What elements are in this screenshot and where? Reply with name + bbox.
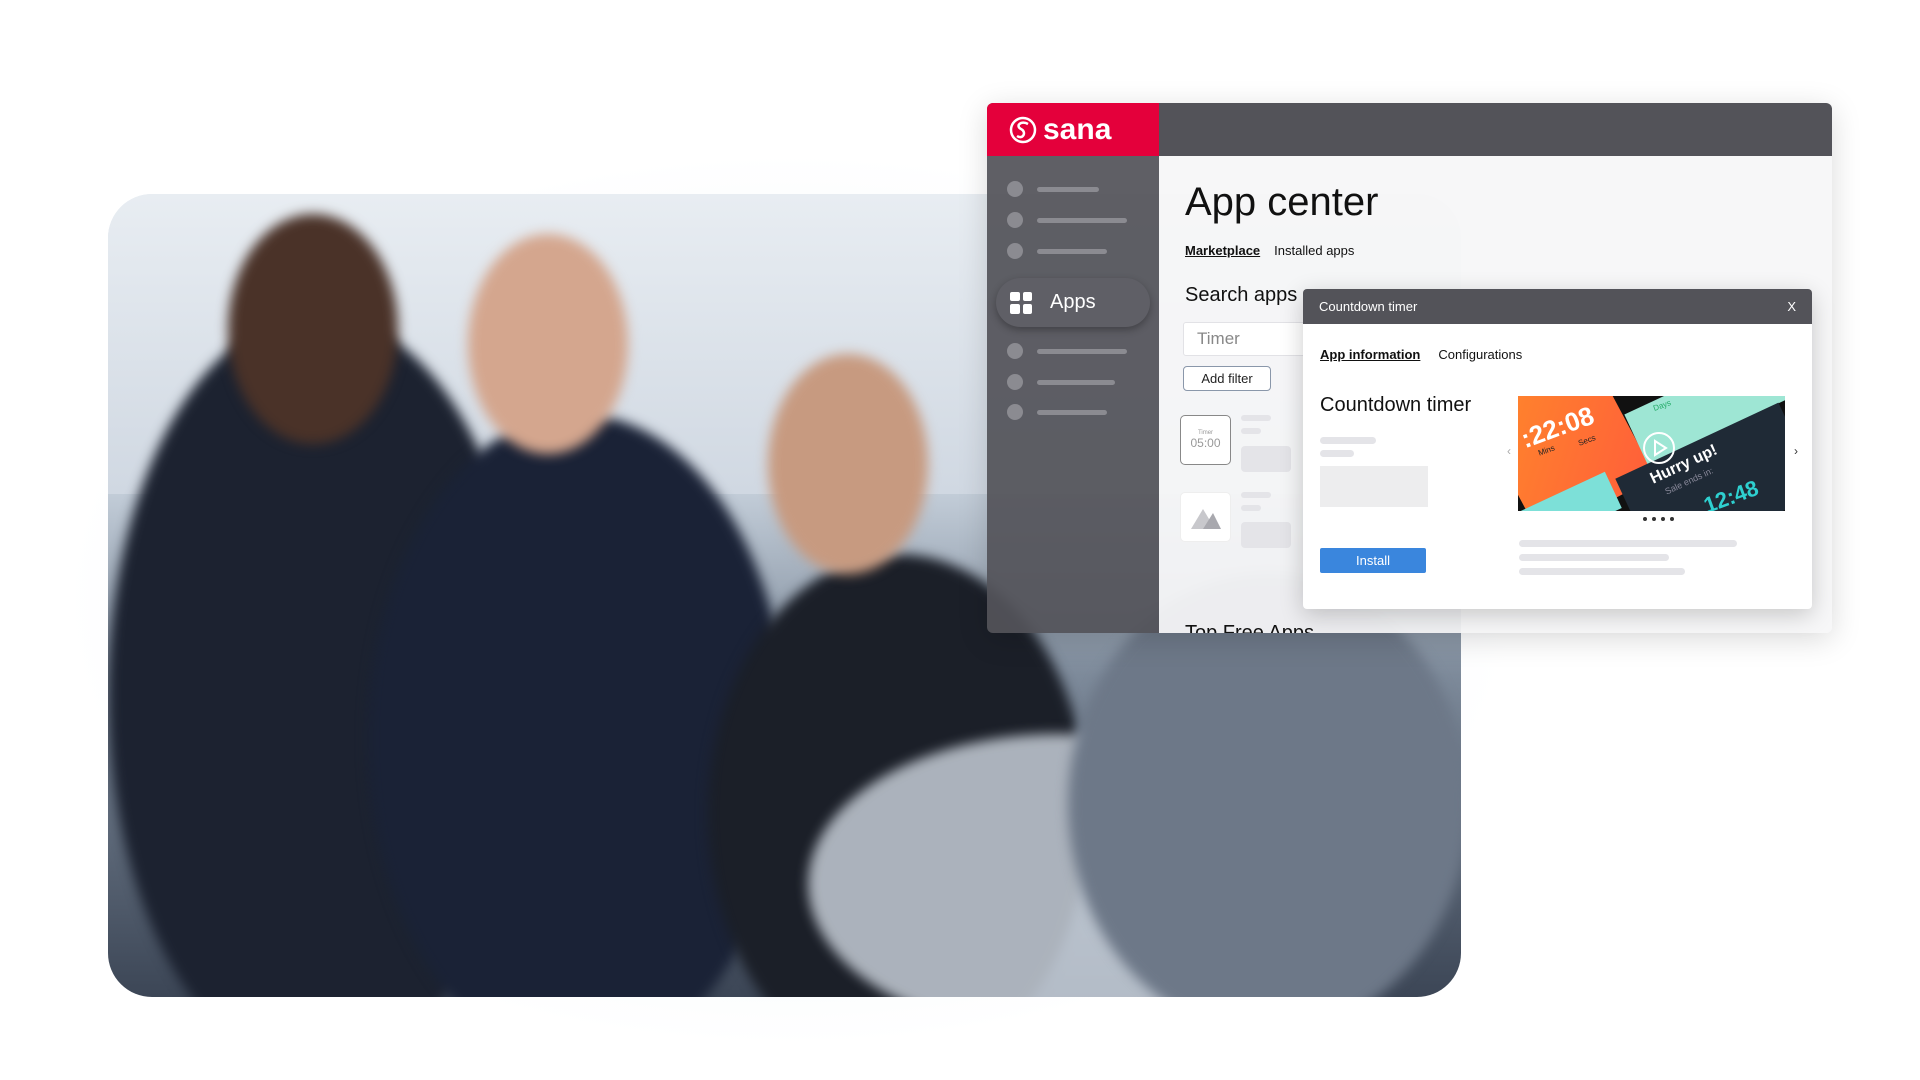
modal-title: Countdown timer xyxy=(1319,299,1418,314)
chevron-left-icon[interactable]: ‹ xyxy=(1507,444,1511,458)
page-title: App center xyxy=(1185,180,1379,224)
image-app-tile[interactable] xyxy=(1180,492,1231,542)
tab-installed-apps[interactable]: Installed apps xyxy=(1274,243,1354,258)
sidebar-item[interactable] xyxy=(1007,343,1127,359)
install-button[interactable]: Install xyxy=(1320,548,1426,573)
timer-app-tile[interactable]: Timer 05:00 xyxy=(1180,415,1231,465)
add-filter-button[interactable]: Add filter xyxy=(1183,366,1271,391)
tab-app-information[interactable]: App information xyxy=(1320,347,1420,362)
image-placeholder-icon xyxy=(1190,509,1221,529)
apps-grid-icon xyxy=(1010,291,1032,314)
tab-configurations[interactable]: Configurations xyxy=(1438,347,1522,362)
modal-tabs: App information Configurations xyxy=(1320,347,1522,362)
app-preview-image[interactable]: :22:08 Mins Secs Days Hurry up! Sale end… xyxy=(1518,396,1785,511)
sidebar-item[interactable] xyxy=(1007,181,1099,197)
sidebar: Apps xyxy=(987,156,1159,633)
carousel-dots[interactable] xyxy=(1643,517,1674,521)
brand-name: sana xyxy=(1043,112,1112,146)
section-title: Top Free Apps xyxy=(1185,622,1314,633)
sidebar-item[interactable] xyxy=(1007,404,1107,420)
sana-logo-icon xyxy=(1009,116,1037,143)
tile-time: 05:00 xyxy=(1190,436,1221,450)
sidebar-item-label: Apps xyxy=(1050,291,1096,313)
app-name: Countdown timer xyxy=(1320,394,1472,416)
sidebar-item[interactable] xyxy=(1007,374,1115,390)
sidebar-item-apps[interactable]: Apps xyxy=(996,278,1150,327)
app-details-modal: Countdown timer X App information Config… xyxy=(1303,289,1812,609)
chevron-right-icon[interactable]: › xyxy=(1794,444,1798,458)
tab-marketplace[interactable]: Marketplace xyxy=(1185,243,1260,258)
search-label: Search apps xyxy=(1185,284,1298,306)
modal-header: Countdown timer X xyxy=(1303,289,1812,324)
tabs: Marketplace Installed apps xyxy=(1185,243,1354,258)
sidebar-item[interactable] xyxy=(1007,212,1127,228)
sana-logo[interactable]: sana xyxy=(987,103,1159,156)
sidebar-item[interactable] xyxy=(1007,243,1107,259)
close-button[interactable]: X xyxy=(1787,299,1796,314)
